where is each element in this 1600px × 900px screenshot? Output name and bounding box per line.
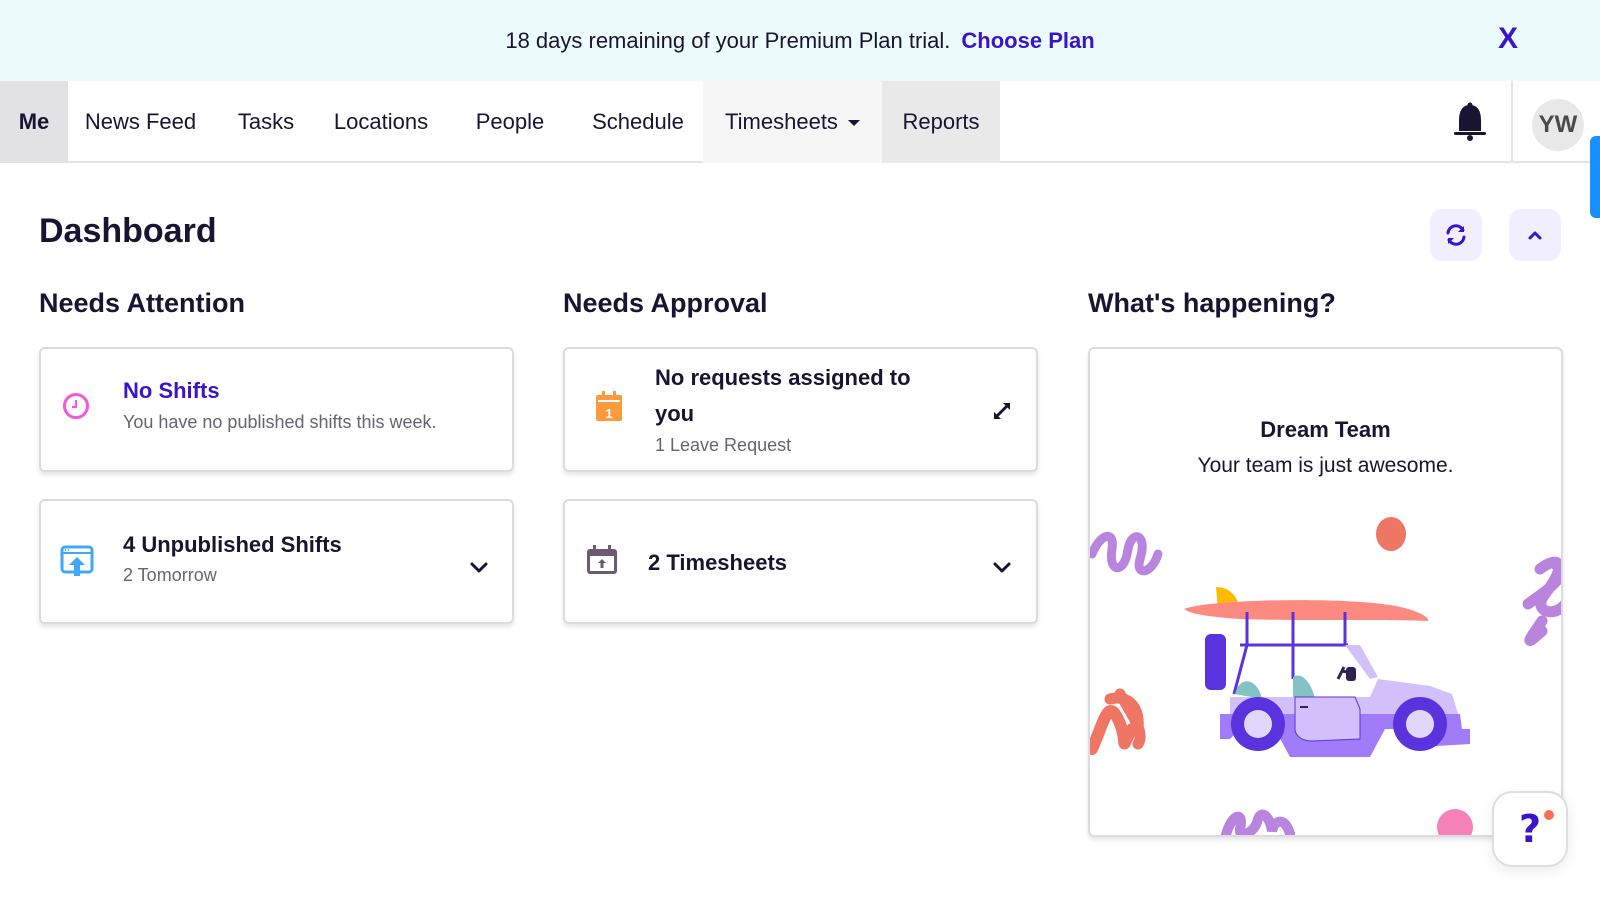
nav-item-label: Reports [902,109,980,134]
dot-decoration [1437,809,1473,835]
card-subtitle: You have no published shifts this week. [123,412,437,432]
happening-card-subtitle: Your team is just awesome. [1197,454,1454,477]
nav-item-label: Tasks [237,109,295,134]
help-button[interactable]: ? [1492,791,1568,867]
nav-item-label: Timesheets [725,109,838,134]
nav-item-timesheets[interactable]: Timesheets [703,81,882,163]
expand-icon[interactable] [990,399,1014,423]
nav-item-label: Locations [333,109,429,134]
card-subtitle: 1 Leave Request [655,435,792,455]
caret-down-icon [847,120,860,126]
section-title-needs-approval: Needs Approval [563,288,768,318]
refresh-button[interactable] [1430,209,1482,261]
chevron-down-icon[interactable] [467,556,491,580]
collapse-button[interactable] [1509,209,1561,261]
top-nav: Me News Feed Tasks Locations People Sche… [0,81,1600,163]
squiggle-decoration [1534,556,1561,618]
card-title-line2: you [655,401,695,426]
nav-item-label: News Feed [84,109,197,134]
timesheets-card[interactable]: 2 Timesheets [563,499,1038,624]
card-subtitle: 2 Tomorrow [123,565,217,585]
nav-item-reports[interactable]: Reports [882,81,1000,163]
notification-dot [1544,810,1554,820]
trial-banner: 18 days remaining of your Premium Plan t… [0,0,1600,81]
publish-icon [60,545,94,576]
nav-item-label: People [475,109,545,134]
leave-requests-card[interactable]: 1 No requests assigned to you 1 Leave Re… [563,347,1038,472]
scroll-indicator[interactable] [1590,136,1600,218]
nav-item-me[interactable]: Me [0,81,68,163]
help-icon: ? [1518,807,1542,851]
squiggle-decoration [1220,809,1295,835]
squiggle-decoration [1090,705,1138,755]
nav-divider [1511,81,1513,163]
squiggle-decoration [1090,532,1163,576]
nav-item-tasks[interactable]: Tasks [222,81,310,163]
nav-item-locations[interactable]: Locations [316,81,446,163]
nav-item-people[interactable]: People [458,81,562,163]
happening-card-title: Dream Team [1260,417,1391,442]
nav-item-schedule[interactable]: Schedule [578,81,698,163]
card-title: 2 Timesheets [648,550,788,575]
nav-item-label: Me [18,109,50,134]
nav-item-news-feed[interactable]: News Feed [68,81,213,163]
choose-plan-link[interactable]: Choose Plan [961,28,1094,54]
calendar-icon: 1 [596,391,622,421]
bell-icon[interactable] [1452,101,1488,141]
timesheet-calendar-icon [587,545,617,574]
calendar-icon-number: 1 [605,406,612,421]
card-title: 4 Unpublished Shifts [123,532,342,557]
section-title-needs-attention: Needs Attention [39,288,246,318]
refresh-icon [1446,224,1466,246]
section-title-whats-happening: What's happening? [1088,288,1336,318]
card-title-line1: No requests assigned to [655,365,911,390]
page-title: Dashboard [39,212,217,250]
whats-happening-card: Dream Team Your team is just awesome. [1088,347,1563,837]
unpublished-shifts-card[interactable]: 4 Unpublished Shifts 2 Tomorrow [39,499,514,624]
clock-icon [63,393,89,419]
dot-decoration [1376,517,1406,551]
nav-item-label: Schedule [592,109,684,134]
chevron-up-icon [1528,231,1542,240]
no-shifts-card[interactable]: No Shifts You have no published shifts t… [39,347,514,472]
card-title[interactable]: No Shifts [123,378,220,404]
user-avatar[interactable]: YW [1532,99,1584,151]
chevron-down-icon[interactable] [990,556,1014,580]
trial-message: 18 days remaining of your Premium Plan t… [505,27,951,53]
close-icon[interactable]: X [1494,22,1522,56]
